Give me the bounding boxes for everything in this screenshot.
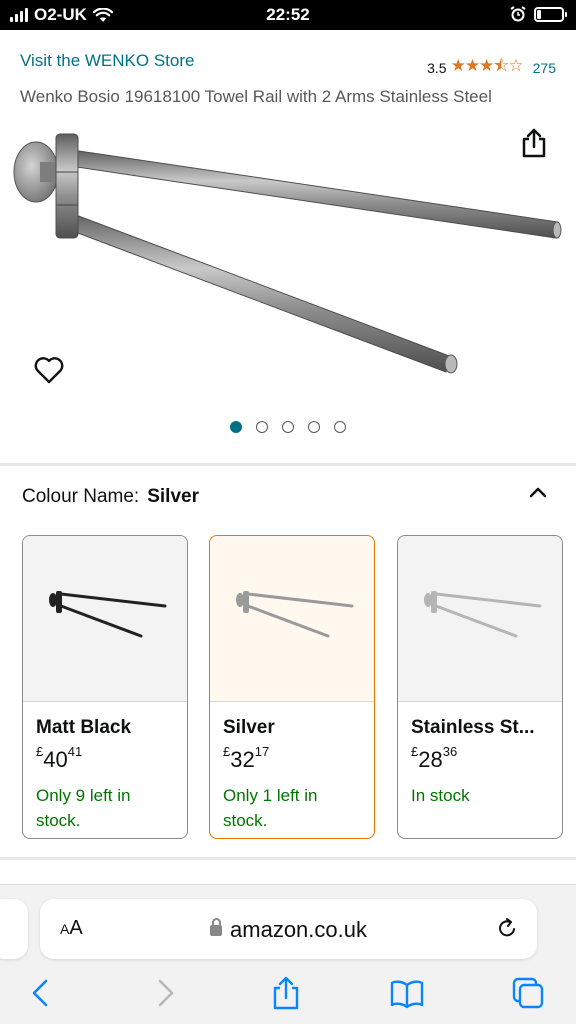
variant-swatch[interactable]: Stainless St... £2836 In stock xyxy=(397,535,563,839)
price-currency: £ xyxy=(223,744,231,759)
lock-icon xyxy=(210,918,223,936)
variant-thumbnail xyxy=(23,536,187,702)
forward-arrow-icon[interactable] xyxy=(146,975,182,1011)
pagination-dot[interactable] xyxy=(334,421,346,433)
variant-thumbnail xyxy=(398,536,562,702)
back-arrow-icon[interactable] xyxy=(24,975,60,1011)
price-fraction: 17 xyxy=(254,744,270,759)
alarm-icon xyxy=(510,6,526,22)
status-time: 22:52 xyxy=(266,5,310,24)
variant-stock: Only 9 left in stock. xyxy=(36,786,131,830)
colour-value: Silver xyxy=(147,486,199,507)
rating-count[interactable]: 275 xyxy=(533,60,556,76)
rating-summary[interactable]: 3.5 ★★★⯪☆ 275 xyxy=(427,53,556,82)
section-divider xyxy=(0,463,576,466)
browser-toolbar xyxy=(0,975,576,1015)
variant-swatch[interactable]: Silver £3217 Only 1 left in stock. xyxy=(209,535,375,839)
status-right xyxy=(510,6,567,22)
pagination-dot[interactable] xyxy=(308,421,320,433)
rating-stars-icon: ★★★⯪☆ xyxy=(450,56,524,75)
variant-price: £3217 xyxy=(223,744,374,773)
share-sheet-icon[interactable] xyxy=(268,975,304,1011)
reload-icon[interactable] xyxy=(497,917,519,939)
previous-tab-pill[interactable] xyxy=(0,899,28,959)
browser-bar: AA amazon.co.uk xyxy=(0,884,576,1024)
product-title: Wenko Bosio 19618100 Towel Rail with 2 A… xyxy=(20,87,492,106)
pagination-dot[interactable] xyxy=(256,421,268,433)
variant-price: £2836 xyxy=(411,744,562,773)
variant-swatch[interactable]: Matt Black £4041 Only 9 left in stock. xyxy=(22,535,188,839)
price-whole: 28 xyxy=(418,747,443,772)
price-whole: 40 xyxy=(43,747,68,772)
tabs-overview-icon[interactable] xyxy=(510,975,546,1011)
variant-name: Matt Black xyxy=(36,717,132,738)
section-divider xyxy=(0,857,576,860)
visit-store-link[interactable]: Visit the WENKO Store xyxy=(20,51,194,71)
price-fraction: 36 xyxy=(442,744,458,759)
price-currency: £ xyxy=(411,744,419,759)
colour-name-row: Colour Name: Silver xyxy=(22,486,199,508)
variant-name: Stainless St... xyxy=(411,717,535,738)
price-fraction: 41 xyxy=(67,744,83,759)
battery-icon xyxy=(534,6,567,22)
share-icon[interactable] xyxy=(520,128,548,158)
address-bar[interactable]: AA amazon.co.uk xyxy=(40,899,537,959)
url-text: amazon.co.uk xyxy=(230,917,367,942)
price-currency: £ xyxy=(36,744,44,759)
url-display[interactable]: amazon.co.uk xyxy=(40,917,537,943)
variant-thumbnail xyxy=(210,536,374,702)
colour-label: Colour Name: xyxy=(22,486,140,507)
product-image[interactable] xyxy=(0,118,576,408)
price-whole: 32 xyxy=(230,747,255,772)
pagination-dot[interactable] xyxy=(282,421,294,433)
chevron-up-icon[interactable] xyxy=(528,484,548,500)
bookmarks-book-icon[interactable] xyxy=(389,975,425,1011)
wishlist-heart-icon[interactable] xyxy=(34,356,64,384)
variant-stock: Only 1 left in stock. xyxy=(223,786,318,830)
pagination-dot[interactable] xyxy=(230,421,242,433)
variant-stock: In stock xyxy=(411,786,470,805)
image-pagination[interactable] xyxy=(0,421,576,433)
variant-name: Silver xyxy=(223,717,275,738)
status-bar: O2-UK 22:52 xyxy=(0,0,576,30)
rating-value: 3.5 xyxy=(427,59,447,76)
variant-price: £4041 xyxy=(36,744,187,773)
